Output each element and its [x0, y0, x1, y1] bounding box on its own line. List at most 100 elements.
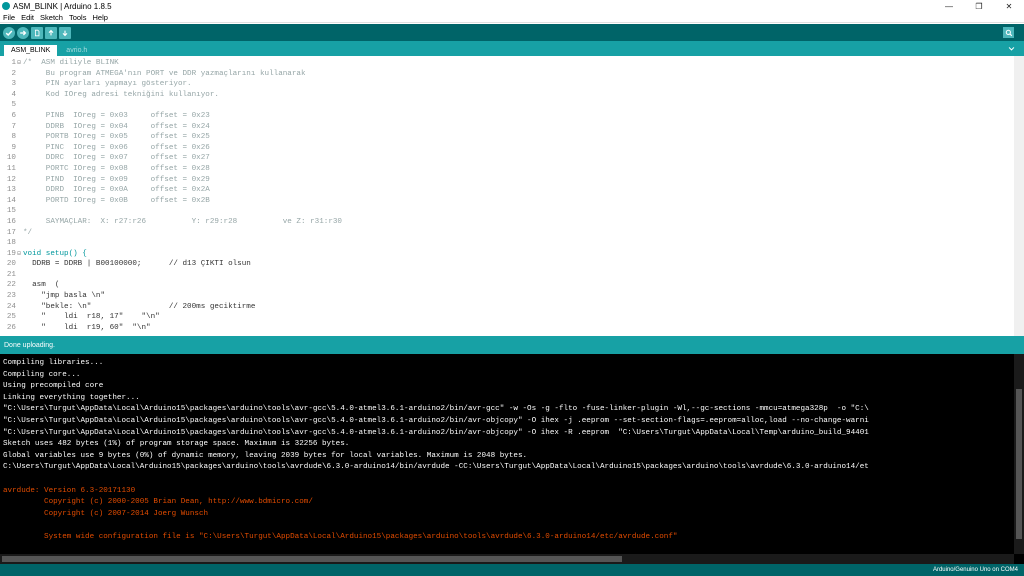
- code-line[interactable]: 8 PORTB IOreg = 0x05 offset = 0x25: [0, 132, 1014, 143]
- open-icon: [48, 29, 54, 35]
- code-line[interactable]: 26 " ldi r19, 60" "\n": [0, 323, 1014, 334]
- upload-button[interactable]: [17, 26, 29, 39]
- code-text: "jmp basla \n": [23, 292, 106, 301]
- console-line: "C:\Users\Turgut\AppData\Local\Arduino15…: [3, 416, 869, 425]
- menu-help[interactable]: Help: [89, 13, 110, 22]
- open-button[interactable]: [45, 26, 57, 39]
- code-line[interactable]: 1 ⊟/* ASM diliyle BLINK: [0, 58, 1014, 69]
- code-area[interactable]: 1 ⊟/* ASM diliyle BLINK 2 Bu program ATMEG…: [0, 58, 1014, 333]
- code-line[interactable]: 16 SAYMAÇLAR: X: r27:r26 Y: r29:r28 ve Z…: [0, 217, 1014, 228]
- code-text: Kod IOreg adresi tekniğini kullanıyor.: [23, 90, 219, 99]
- code-text: PINC IOreg = 0x06 offset = 0x26: [23, 143, 210, 152]
- line-number: 5: [11, 101, 16, 110]
- code-text: DDRD IOreg = 0x0A offset = 0x2A: [23, 186, 210, 195]
- code-line[interactable]: 20 DDRB = DDRB | B00100000; // d13 ÇIKTI…: [0, 259, 1014, 270]
- line-number: 21: [6, 270, 16, 279]
- menu-edit[interactable]: Edit: [18, 13, 37, 22]
- console-line: System wide configuration file is "C:\Us…: [3, 532, 678, 541]
- code-line[interactable]: 12 PIND IOreg = 0x09 offset = 0x29: [0, 175, 1014, 186]
- console-line: avrdude: Version 6.3-20171130: [3, 486, 136, 495]
- line-number: 15: [6, 207, 16, 216]
- save-icon: [62, 30, 68, 36]
- line-number: 9: [11, 143, 16, 152]
- code-line[interactable]: 14 PORTD IOreg = 0x0B offset = 0x2B: [0, 196, 1014, 207]
- editor-scrollbar[interactable]: [1014, 56, 1024, 336]
- code-line[interactable]: 24 "bekle: \n" // 200ms geciktirme: [0, 302, 1014, 313]
- line-number: 17: [6, 228, 16, 237]
- console-line: Linking everything together...: [3, 393, 140, 402]
- code-editor[interactable]: 1 ⊟/* ASM diliyle BLINK 2 Bu program ATMEG…: [0, 56, 1024, 336]
- code-line[interactable]: 7 DDRB IOreg = 0x04 offset = 0x24: [0, 122, 1014, 133]
- line-number: 4: [11, 90, 16, 99]
- tab-asm-blink[interactable]: ASM_BLINK: [4, 45, 58, 56]
- line-number: 10: [6, 154, 16, 163]
- code-line[interactable]: 25 " ldi r18, 17" "\n": [0, 312, 1014, 323]
- close-button[interactable]: ✕: [994, 0, 1024, 12]
- code-text: DDRC IOreg = 0x07 offset = 0x27: [23, 154, 210, 163]
- save-button[interactable]: [59, 26, 71, 39]
- code-line[interactable]: 23 "jmp basla \n": [0, 291, 1014, 302]
- code-line[interactable]: 3 PIN ayarları yapmayı gösteriyor.: [0, 79, 1014, 90]
- code-text: " ldi r19, 60" "\n": [23, 323, 151, 332]
- console-line: Copyright (c) 2007-2014 Joerg Wunsch: [3, 509, 209, 518]
- code-text: */: [23, 228, 33, 237]
- code-text: void setup() {: [23, 249, 87, 258]
- line-number: 19: [6, 249, 16, 258]
- code-text: PORTD IOreg = 0x0B offset = 0x2B: [23, 196, 210, 205]
- console-output[interactable]: Compiling libraries... Compiling core... U…: [0, 354, 1024, 564]
- code-line[interactable]: 10 DDRC IOreg = 0x07 offset = 0x27: [0, 153, 1014, 164]
- code-line[interactable]: 5: [0, 100, 1014, 111]
- code-line[interactable]: 17 */: [0, 228, 1014, 239]
- line-number: 8: [11, 133, 16, 142]
- status-message: Done uploading.: [4, 341, 55, 349]
- console-line: "C:\Users\Turgut\AppData\Local\Arduino15…: [3, 405, 869, 414]
- new-button[interactable]: [31, 26, 43, 39]
- code-text: PIND IOreg = 0x09 offset = 0x29: [23, 175, 210, 184]
- serial-monitor-button[interactable]: [1003, 27, 1014, 38]
- code-line[interactable]: 19 ⊟ void setup() {: [0, 249, 1014, 260]
- code-line[interactable]: 4 Kod IOreg adresi tekniğini kullanıyor.: [0, 90, 1014, 101]
- upload-icon: [20, 30, 27, 35]
- line-number: 24: [6, 302, 16, 311]
- menu-file[interactable]: File: [0, 13, 18, 22]
- code-text: asm (: [23, 281, 60, 290]
- code-line[interactable]: 21: [0, 270, 1014, 281]
- verify-button[interactable]: [3, 26, 15, 39]
- code-text: SAYMAÇLAR: X: r27:r26 Y: r29:r28 ve Z: r…: [23, 217, 342, 226]
- code-text: "bekle: \n" // 200ms geciktirme: [23, 302, 256, 311]
- code-line[interactable]: 15: [0, 206, 1014, 217]
- board-status-bar: Arduino/Genuino Uno on COM4: [0, 564, 1024, 576]
- console-hscroll-thumb[interactable]: [2, 556, 622, 562]
- line-number: 13: [6, 186, 16, 195]
- line-number: 7: [11, 122, 16, 131]
- code-line[interactable]: 18: [0, 238, 1014, 249]
- tab-menu-button[interactable]: [1007, 44, 1016, 53]
- code-line[interactable]: 2 Bu program ATMEGA'nın PORT ve DDR yazm…: [0, 69, 1014, 80]
- tab-bar: ASM_BLINK avrio.h: [0, 41, 1024, 56]
- console-horizontal-scrollbar[interactable]: [0, 554, 1014, 564]
- code-text: /* ASM diliyle BLINK: [23, 59, 119, 67]
- code-line[interactable]: 22 asm (: [0, 280, 1014, 291]
- line-number: 23: [6, 292, 16, 301]
- console-vertical-scrollbar[interactable]: [1014, 354, 1024, 554]
- line-number: 14: [6, 196, 16, 205]
- line-number: 22: [6, 281, 16, 290]
- console-line: Compiling core...: [3, 370, 81, 379]
- console-vscroll-thumb[interactable]: [1016, 389, 1022, 539]
- window-controls: — ❐ ✕: [934, 0, 1024, 12]
- menu-tools[interactable]: Tools: [66, 13, 90, 22]
- code-line[interactable]: 11 PORTC IOreg = 0x08 offset = 0x28: [0, 164, 1014, 175]
- menu-bar: File Edit Sketch Tools Help: [0, 12, 1024, 23]
- code-line[interactable]: 6 PINB IOreg = 0x03 offset = 0x23: [0, 111, 1014, 122]
- minimize-button[interactable]: —: [934, 0, 964, 12]
- menu-sketch[interactable]: Sketch: [37, 13, 66, 22]
- console-line: C:\Users\Turgut\AppData\Local\Arduino15\…: [3, 463, 869, 472]
- maximize-button[interactable]: ❐: [964, 0, 994, 12]
- code-line[interactable]: 13 DDRD IOreg = 0x0A offset = 0x2A: [0, 185, 1014, 196]
- code-line[interactable]: 9 PINC IOreg = 0x06 offset = 0x26: [0, 143, 1014, 154]
- tab-avrio-h[interactable]: avrio.h: [59, 45, 95, 56]
